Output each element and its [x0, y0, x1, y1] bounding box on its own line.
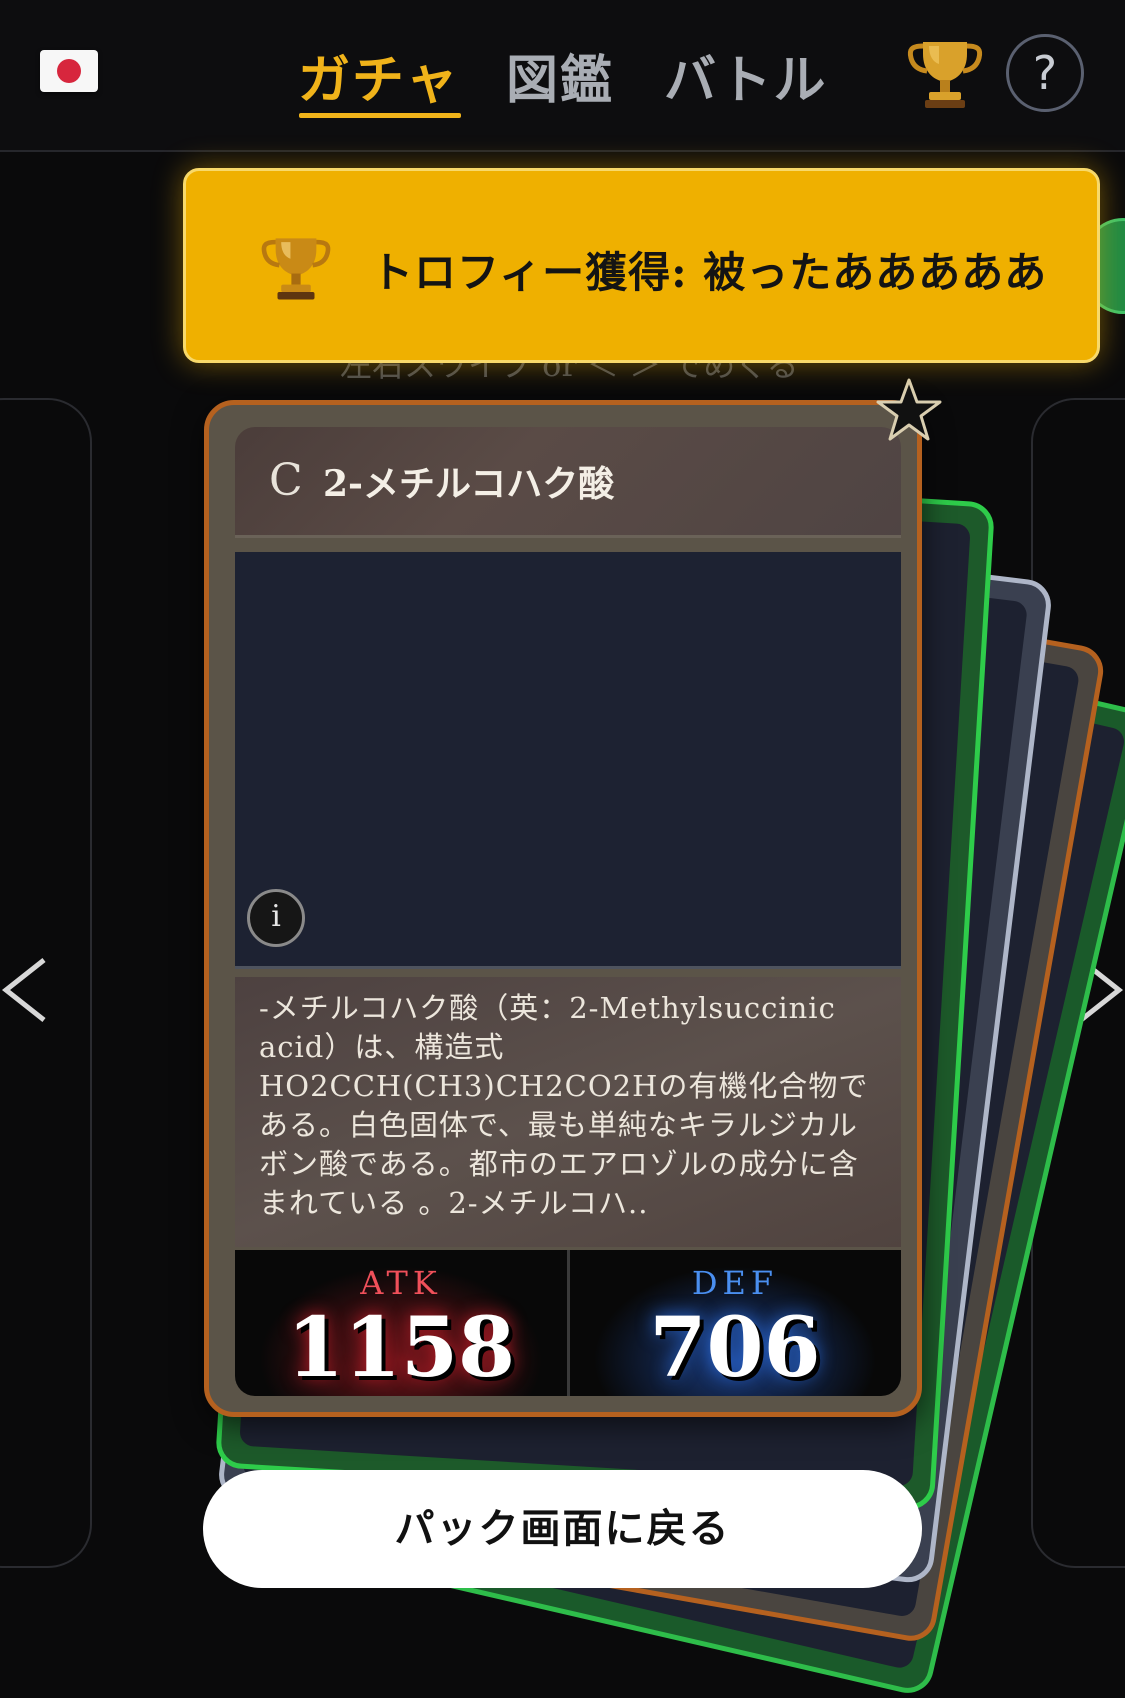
help-button[interactable]: ?	[1006, 34, 1084, 112]
card-stats: ATK 1158 DEF 706	[235, 1250, 901, 1396]
rarity-label: C	[269, 455, 303, 506]
atk-value: 1158	[286, 1300, 516, 1396]
japan-flag-icon[interactable]	[40, 50, 98, 92]
def-stat: DEF 706	[569, 1250, 901, 1396]
trophy-icon	[259, 231, 333, 305]
def-label: DEF	[691, 1264, 779, 1302]
card-artwork: i	[235, 552, 901, 969]
back-to-pack-button[interactable]: パック画面に戻る	[203, 1470, 922, 1588]
trophy-icon[interactable]	[905, 36, 985, 112]
atk-stat: ATK 1158	[235, 1250, 567, 1396]
tab-battle[interactable]: バトル	[664, 38, 828, 113]
active-tab-indicator	[299, 113, 461, 118]
card-description: -メチルコハク酸（英：2-Methylsuccinic acid）は、構造式HO…	[235, 977, 901, 1247]
atk-label: ATK	[360, 1264, 442, 1302]
chemical-card[interactable]: C 2-メチルコハク酸 i -メチルコハク酸（英：2-Methylsuccini…	[204, 400, 922, 1417]
toast-message: トロフィー獲得: 被ったあああああ	[371, 248, 1048, 297]
tab-gacha[interactable]: ガチャ	[298, 38, 459, 113]
favorite-star-icon[interactable]	[874, 376, 944, 444]
card-header: C 2-メチルコハク酸	[235, 427, 901, 538]
trophy-toast: トロフィー獲得: 被ったあああああ	[183, 168, 1100, 363]
def-value: 706	[649, 1300, 821, 1396]
tab-encyclopedia[interactable]: 図鑑	[506, 38, 614, 113]
info-button[interactable]: i	[247, 889, 305, 947]
card-name: 2-メチルコハク酸	[323, 463, 615, 505]
top-nav-bar: ガチャ 図鑑 バトル ?	[0, 0, 1125, 152]
prev-arrow-button[interactable]	[0, 950, 60, 1030]
